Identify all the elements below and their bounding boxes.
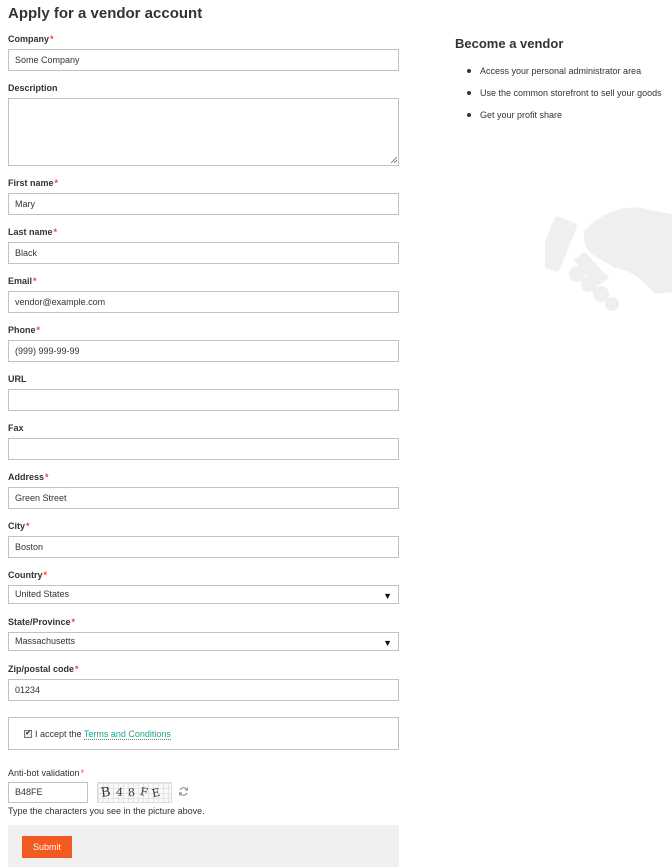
page-title: Apply for a vendor account: [8, 5, 203, 22]
refresh-icon[interactable]: [178, 786, 189, 797]
captcha-char: E: [150, 784, 167, 801]
description-textarea[interactable]: [8, 98, 399, 166]
phone-label: Phone: [8, 325, 36, 335]
country-select-value: United States: [15, 589, 70, 599]
state-select[interactable]: Massachusetts ▼: [8, 632, 399, 651]
resize-grip-icon[interactable]: [390, 156, 397, 163]
antibot-label: Anti-bot validation: [8, 768, 80, 778]
state-label: State/Province: [8, 617, 71, 627]
antibot-input[interactable]: B48FE: [8, 782, 88, 803]
required-mark: *: [54, 178, 59, 188]
last-name-input[interactable]: Black: [8, 242, 399, 264]
country-field: Country* United States ▼: [8, 569, 399, 604]
company-field: Company* Some Company: [8, 33, 399, 71]
description-field: Description: [8, 82, 399, 166]
country-label: Country: [8, 570, 43, 580]
first-name-label: First name: [8, 178, 54, 188]
sidebar-item: Get your profit share: [455, 109, 672, 121]
required-mark: *: [45, 472, 49, 482]
description-label: Description: [8, 83, 58, 93]
url-field: URL: [8, 373, 399, 411]
city-label: City: [8, 521, 26, 531]
chevron-down-icon: ▼: [383, 591, 392, 601]
country-select[interactable]: United States ▼: [8, 585, 399, 604]
zip-input[interactable]: 01234: [8, 679, 399, 701]
submit-bar: Submit: [8, 825, 399, 867]
fax-label: Fax: [8, 423, 24, 433]
required-mark: *: [71, 617, 76, 627]
sidebar-item: Access your personal administrator area: [455, 65, 672, 77]
terms-link[interactable]: Terms and Conditions: [83, 729, 171, 740]
company-input[interactable]: Some Company: [8, 49, 399, 71]
url-input[interactable]: [8, 389, 399, 411]
phone-field: Phone* (999) 999-99-99: [8, 324, 399, 362]
handshake-icon: [545, 207, 672, 311]
first-name-field: First name* Mary: [8, 177, 399, 215]
address-label: Address: [8, 472, 45, 482]
required-mark: *: [43, 570, 48, 580]
sidebar-item: Use the common storefront to sell your g…: [455, 87, 672, 99]
city-field: City* Boston: [8, 520, 399, 558]
accept-text: I accept the: [35, 729, 82, 739]
chevron-down-icon: ▼: [383, 638, 392, 648]
submit-button[interactable]: Submit: [22, 836, 72, 858]
required-mark: *: [33, 276, 37, 286]
url-label: URL: [8, 374, 27, 384]
sidebar: Become a vendor Access your personal adm…: [455, 36, 672, 131]
required-mark: *: [75, 664, 79, 674]
zip-label: Zip/postal code: [8, 664, 75, 674]
city-input[interactable]: Boston: [8, 536, 399, 558]
zip-field: Zip/postal code* 01234: [8, 663, 399, 701]
state-field: State/Province* Massachusetts ▼: [8, 616, 399, 651]
fax-field: Fax: [8, 422, 399, 460]
state-select-value: Massachusetts: [15, 636, 76, 646]
phone-input[interactable]: (999) 999-99-99: [8, 340, 399, 362]
required-mark: *: [80, 768, 85, 778]
accept-terms-checkbox[interactable]: ✔: [24, 730, 32, 738]
required-mark: *: [26, 521, 30, 531]
last-name-field: Last name* Black: [8, 226, 399, 264]
last-name-label: Last name: [8, 227, 53, 237]
email-label: Email: [8, 276, 33, 286]
email-input[interactable]: vendor@example.com: [8, 291, 399, 313]
terms-box: ✔ I accept the Terms and Conditions: [8, 717, 399, 750]
required-mark: *: [50, 34, 54, 44]
sidebar-list: Access your personal administrator area …: [455, 65, 672, 121]
company-label: Company: [8, 34, 50, 44]
antibot-hint: Type the characters you see in the pictu…: [8, 806, 205, 816]
address-field: Address* Green Street: [8, 471, 399, 509]
captcha-image: B48FE: [97, 782, 172, 803]
address-input[interactable]: Green Street: [8, 487, 399, 509]
first-name-input[interactable]: Mary: [8, 193, 399, 215]
required-mark: *: [53, 227, 58, 237]
sidebar-title: Become a vendor: [455, 36, 564, 51]
fax-input[interactable]: [8, 438, 399, 460]
required-mark: *: [36, 325, 41, 335]
email-field: Email* vendor@example.com: [8, 275, 399, 313]
